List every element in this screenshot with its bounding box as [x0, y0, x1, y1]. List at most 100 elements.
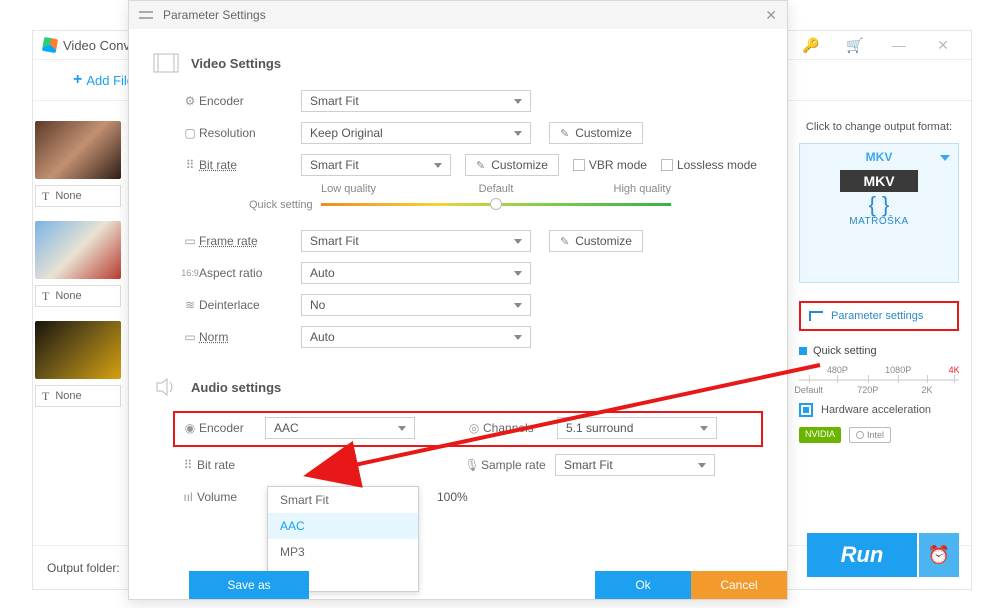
close-app-icon[interactable]: ✕ — [935, 37, 951, 53]
resolution-icon: ▢ — [181, 126, 199, 140]
norm-label: Norm — [199, 330, 279, 344]
subtitle-none-button[interactable]: TNone — [35, 285, 121, 307]
film-icon — [153, 53, 179, 73]
channels-label: Channels — [483, 421, 557, 435]
bitrate-icon: ⠿ — [181, 158, 199, 172]
chevron-down-icon — [398, 426, 406, 431]
audio-bitrate-icon: ⠿ — [179, 458, 197, 472]
minimize-icon[interactable]: — — [891, 37, 907, 53]
pencil-icon: ✎ — [560, 127, 569, 140]
square-bullet-icon — [799, 347, 807, 355]
output-format-card[interactable]: MKV MKV { } MATROŠKA — [799, 143, 959, 283]
nvidia-badge: NVIDIA — [799, 427, 841, 443]
save-as-button[interactable]: Save as — [189, 571, 309, 599]
norm-select[interactable]: Auto — [301, 326, 531, 348]
chevron-down-icon — [434, 163, 442, 168]
cart-icon[interactable]: 🛒 — [847, 37, 863, 53]
sample-rate-label: Sample rate — [481, 458, 555, 472]
lossless-label: Lossless mode — [677, 158, 757, 172]
resolution-select[interactable]: Keep Original — [301, 122, 531, 144]
quality-thumb[interactable] — [490, 198, 502, 210]
dropdown-option[interactable]: Smart Fit — [268, 487, 418, 513]
volume-label: Volume — [197, 490, 263, 504]
video-thumbnail[interactable] — [35, 121, 121, 179]
audio-encoder-label: Encoder — [199, 421, 265, 435]
close-dialog-icon[interactable]: ✕ — [765, 7, 777, 24]
dropdown-option[interactable]: AAC — [268, 513, 418, 539]
audio-bitrate-label: Bit rate — [197, 458, 263, 472]
frame-rate-label: Frame rate — [199, 234, 279, 248]
quality-slider[interactable]: Quick setting Low quality Default High q… — [321, 183, 671, 219]
frame-rate-customize-button[interactable]: ✎Customize — [549, 230, 643, 252]
schedule-button[interactable]: ⏰ — [919, 533, 959, 577]
text-icon: T — [42, 289, 49, 304]
video-settings-header: Video Settings — [153, 53, 763, 73]
speaker-icon — [153, 377, 179, 397]
chip-icon — [799, 403, 813, 417]
sample-rate-select[interactable]: Smart Fit — [555, 454, 715, 476]
lossless-checkbox[interactable] — [661, 159, 673, 171]
audio-settings-header: Audio settings — [153, 377, 763, 397]
audio-encoder-highlight: ◉ Encoder AAC ◎ Channels 5.1 surround — [173, 411, 763, 447]
channels-select[interactable]: 5.1 surround — [557, 417, 717, 439]
output-panel: Click to change output format: MKV MKV {… — [799, 121, 959, 443]
chevron-down-icon — [514, 131, 522, 136]
volume-icon: ııl — [179, 490, 197, 504]
video-bitrate-select[interactable]: Smart Fit — [301, 154, 451, 176]
volume-value: 100% — [437, 490, 468, 504]
vbr-checkbox[interactable] — [573, 159, 585, 171]
resolution-label: Resolution — [199, 126, 279, 140]
aspect-ratio-select[interactable]: Auto — [301, 262, 531, 284]
format-logo: MKV { } MATROŠKA — [840, 170, 918, 227]
sliders-icon — [809, 311, 823, 321]
sliders-icon — [139, 10, 153, 20]
intel-badge: Intel — [849, 427, 891, 443]
chevron-down-icon — [514, 271, 522, 276]
dropdown-option[interactable]: MP3 — [268, 539, 418, 565]
change-format-label: Click to change output format: — [799, 121, 959, 133]
vbr-label: VBR mode — [589, 158, 647, 172]
resolution-customize-button[interactable]: ✎Customize — [549, 122, 643, 144]
sample-rate-icon: 🎙 — [463, 458, 481, 472]
pencil-icon: ✎ — [476, 159, 485, 172]
dialog-title: Parameter Settings — [163, 8, 266, 22]
chevron-down-icon — [698, 463, 706, 468]
bitrate-customize-button[interactable]: ✎Customize — [465, 154, 559, 176]
chevron-down-icon — [514, 239, 522, 244]
audio-encoder-select[interactable]: AAC — [265, 417, 415, 439]
chevron-down-icon — [700, 426, 708, 431]
quick-setting-toggle[interactable]: Quick setting — [799, 345, 959, 357]
hardware-accel-toggle[interactable]: Hardware acceleration — [799, 403, 959, 417]
dialog-footer: Save as Ok Cancel — [129, 571, 787, 599]
video-thumbnail[interactable] — [35, 221, 121, 279]
audio-encoder-icon: ◉ — [181, 421, 199, 435]
aspect-ratio-label: Aspect ratio — [199, 266, 279, 280]
quick-setting-label: Quick setting — [249, 199, 313, 211]
aspect-ratio-icon: 16:9 — [181, 268, 199, 278]
dialog-titlebar: Parameter Settings ✕ — [129, 1, 787, 29]
subtitle-none-button[interactable]: TNone — [35, 385, 121, 407]
resolution-quick-scale[interactable]: 480P 1080P 4K Default 720P 2K — [799, 365, 959, 391]
text-icon: T — [42, 189, 49, 204]
frame-rate-select[interactable]: Smart Fit — [301, 230, 531, 252]
format-code: MKV — [800, 144, 958, 170]
output-folder-label: Output folder: — [47, 561, 120, 575]
cancel-button[interactable]: Cancel — [691, 571, 787, 599]
chevron-down-icon — [514, 335, 522, 340]
thumbnail-list: TNone TNone TNone — [33, 121, 123, 421]
bitrate-label: Bit rate — [199, 158, 279, 172]
pencil-icon: ✎ — [560, 235, 569, 248]
encoder-label: Encoder — [199, 94, 279, 108]
video-thumbnail[interactable] — [35, 321, 121, 379]
key-icon[interactable]: 🔑 — [803, 37, 819, 53]
subtitle-none-button[interactable]: TNone — [35, 185, 121, 207]
parameter-settings-button[interactable]: Parameter settings — [799, 301, 959, 331]
run-button[interactable]: Run — [807, 533, 917, 577]
ok-button[interactable]: Ok — [595, 571, 691, 599]
app-logo-icon — [42, 37, 58, 53]
deinterlace-select[interactable]: No — [301, 294, 531, 316]
intel-ring-icon — [856, 431, 864, 439]
video-encoder-select[interactable]: Smart Fit — [301, 90, 531, 112]
text-icon: T — [42, 389, 49, 404]
alarm-clock-icon: ⏰ — [928, 545, 950, 566]
